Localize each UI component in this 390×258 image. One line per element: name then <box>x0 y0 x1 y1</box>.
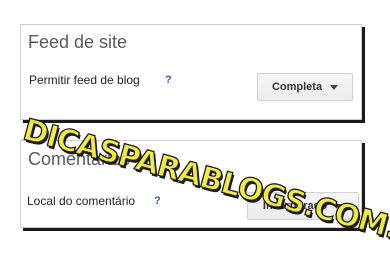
comments-settings-panel: Comentários Local do comentário ? Incorp… <box>20 140 362 228</box>
feed-panel-title: Feed de site <box>28 32 128 52</box>
comments-help-link[interactable]: ? <box>154 195 161 207</box>
feed-help-link[interactable]: ? <box>165 74 172 86</box>
chevron-down-icon <box>330 84 339 90</box>
chevron-down-icon <box>335 203 344 209</box>
comments-panel-title: Comentários <box>28 149 131 169</box>
feed-settings-panel: Feed de site Permitir feed de blog ? Com… <box>20 24 362 120</box>
allow-blog-feed-label: Permitir feed de blog <box>29 73 140 87</box>
comment-location-dropdown[interactable]: Incorporado <box>247 192 359 220</box>
comment-location-label: Local do comentário <box>27 194 136 208</box>
blog-feed-dropdown[interactable]: Completa <box>257 73 353 101</box>
blog-feed-dropdown-value: Completa <box>271 81 323 93</box>
comment-location-dropdown-value: Incorporado <box>262 200 328 212</box>
